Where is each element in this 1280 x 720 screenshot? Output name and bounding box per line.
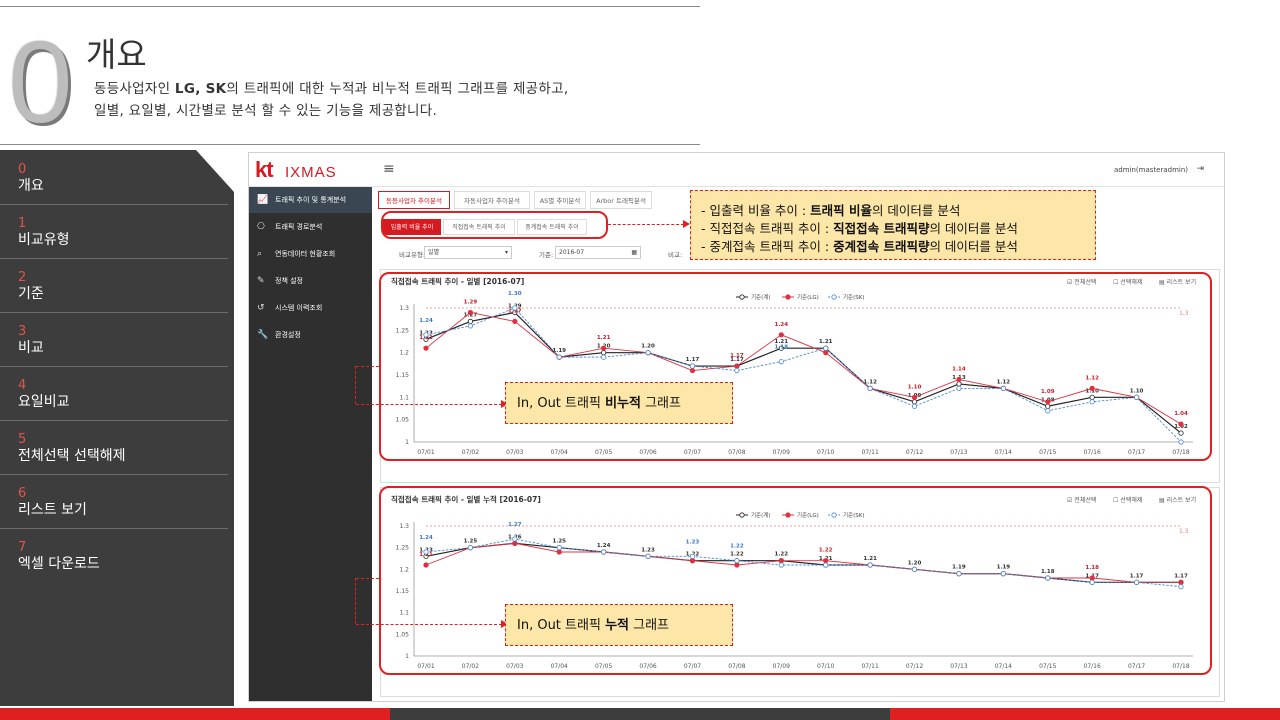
- slide-nav: 0 개요 1 비교유형 2 기준 3 비교 4 요일비교 5 전체선택 선택해제 6 리스트 보기 7 엑셀 …: [0, 150, 234, 706]
- nav-item-label: 요일비교: [18, 394, 70, 410]
- compare-type-select[interactable]: 일별 ▾: [424, 246, 512, 259]
- slide-nav-item[interactable]: 5 전체선택 선택해제: [0, 420, 234, 474]
- bottom-bar: [0, 708, 1280, 720]
- nav-item-label: 개요: [18, 178, 44, 194]
- app-header: kt IXMAS ≡ admin(masteradmin) ⇥: [249, 153, 1224, 187]
- subtab-highlight: [381, 211, 608, 239]
- slide-nav-item[interactable]: 1 비교유형: [0, 204, 234, 258]
- sidebar-item[interactable]: 📈 트래픽 추이 및 통계분석: [249, 187, 372, 213]
- sidebar-item[interactable]: ⌕ 연동데이터 현황조회: [249, 241, 372, 267]
- chart-highlight-daily: [379, 272, 1212, 461]
- nav-item-label: 리스트 보기: [18, 502, 87, 518]
- tab-1[interactable]: 자동사업자 추이분석: [454, 191, 530, 209]
- nav-item-number: 7: [18, 540, 27, 555]
- callout-connector: [356, 404, 502, 405]
- line-chart-icon: 📈: [257, 195, 269, 205]
- sidebar-item-label: 정책 설정: [275, 277, 303, 285]
- header-divider: [0, 144, 700, 145]
- route-icon: ⎔: [257, 222, 265, 232]
- search-icon: ⌕: [257, 249, 263, 259]
- history-icon: ↺: [257, 303, 265, 313]
- tab-2[interactable]: AS별 추이분석: [534, 191, 586, 209]
- section-number: 0: [8, 17, 73, 147]
- callout-connector: [355, 578, 356, 624]
- nav-divider: [0, 204, 228, 205]
- nav-item-label: 엑셀 다운로드: [18, 556, 100, 572]
- app-sidebar: 📈 트래픽 추이 및 통계분석 ⎔ 트래픽 경로분석 ⌕ 연동데이터 현황조회 ✎ 정책 설정…: [249, 187, 372, 701]
- nav-divider: [0, 528, 228, 529]
- slide-nav-item[interactable]: 2 기준: [0, 258, 234, 312]
- ixmas-logo: IXMAS: [285, 164, 337, 181]
- nav-item-number: 3: [18, 324, 27, 339]
- nav-item-number: 6: [18, 486, 27, 501]
- callout-line: - 직접접속 트래픽 추이 : 직접접속 트래픽량의 데이터를 분석: [701, 221, 1018, 236]
- slide-nav-item[interactable]: 6 리스트 보기: [0, 474, 234, 528]
- hamburger-icon[interactable]: ≡: [383, 161, 395, 177]
- sidebar-item[interactable]: ↺ 시스템 이력조회: [249, 295, 372, 321]
- compare-label: 비교:: [668, 251, 683, 259]
- nav-item-number: 4: [18, 378, 27, 393]
- slide-nav-item[interactable]: 7 엑셀 다운로드: [0, 528, 234, 582]
- base-date-input[interactable]: 2016-07 ▦: [555, 246, 641, 259]
- chevron-down-icon: ▾: [504, 249, 508, 256]
- callout-connector: [356, 366, 379, 367]
- nav-divider: [0, 420, 228, 421]
- nav-item-label: 전체선택 선택해제: [18, 448, 126, 464]
- slide-description: 동등사업자인 LG, SK의 트래픽에 대한 누적과 비누적 트래픽 그래프를 …: [94, 81, 569, 119]
- sidebar-item-label: 시스템 이력조회: [275, 304, 323, 312]
- sidebar-item-label: 연동데이터 현황조회: [275, 250, 336, 258]
- tab-0[interactable]: 동등사업자 추이분석: [378, 191, 450, 209]
- nav-item-label: 비교유형: [18, 232, 70, 248]
- nav-divider: [0, 474, 228, 475]
- sidebar-item-label: 트래픽 추이 및 통계분석: [275, 196, 347, 204]
- callout-connector: [608, 224, 684, 225]
- wrench-icon: 🔧: [257, 330, 269, 340]
- nav-item-number: 0: [18, 162, 27, 177]
- nav-item-number: 5: [18, 432, 27, 447]
- callout-noncumulative: In, Out 트래픽 비누적 그래프: [505, 382, 733, 424]
- callout-cumulative: In, Out 트래픽 누적 그래프: [505, 604, 733, 646]
- sidebar-item[interactable]: 🔧 환경설정: [249, 322, 372, 348]
- sidebar-item-label: 환경설정: [275, 331, 301, 339]
- nav-item-label: 비교: [18, 340, 44, 356]
- nav-item-number: 2: [18, 270, 27, 285]
- sidebar-item[interactable]: ✎ 정책 설정: [249, 268, 372, 294]
- tab-3[interactable]: Arbor 트래픽분석: [590, 191, 652, 209]
- logout-icon[interactable]: ⇥: [1196, 164, 1204, 174]
- top-divider: [0, 6, 700, 7]
- compare-type-label: 비교유형:: [399, 251, 426, 259]
- chart-highlight-cumulative: [379, 486, 1212, 675]
- slide-nav-item[interactable]: 0 개요: [0, 150, 234, 204]
- callout-connector: [356, 578, 379, 579]
- callout-subtabs: - 입출력 비율 추이 : 트래픽 비율의 데이터를 분석 - 직접접속 트래픽 …: [690, 190, 1096, 260]
- sidebar-item-label: 트래픽 경로분석: [275, 223, 323, 231]
- user-label[interactable]: admin(masteradmin): [1114, 166, 1188, 174]
- slide-nav-item[interactable]: 3 비교: [0, 312, 234, 366]
- slide-nav-item[interactable]: 4 요일비교: [0, 366, 234, 420]
- nav-item-label: 기준: [18, 286, 44, 302]
- callout-line: - 입출력 비율 추이 : 트래픽 비율의 데이터를 분석: [701, 203, 961, 218]
- policy-icon: ✎: [257, 276, 265, 286]
- nav-item-number: 1: [18, 216, 27, 231]
- sidebar-item[interactable]: ⎔ 트래픽 경로분석: [249, 214, 372, 240]
- calendar-icon: ▦: [631, 249, 637, 256]
- nav-divider: [0, 258, 228, 259]
- callout-connector: [355, 366, 356, 404]
- base-label: 기준:: [539, 251, 554, 259]
- nav-divider: [0, 312, 228, 313]
- nav-divider: [0, 366, 228, 367]
- arrow-icon: [683, 220, 690, 228]
- callout-connector: [356, 624, 502, 625]
- kt-logo: kt: [255, 157, 274, 182]
- callout-line: - 중계접속 트래픽 추이 : 중계접속 트래픽량의 데이터를 분석: [701, 239, 1018, 254]
- page-title: 개요: [86, 35, 147, 74]
